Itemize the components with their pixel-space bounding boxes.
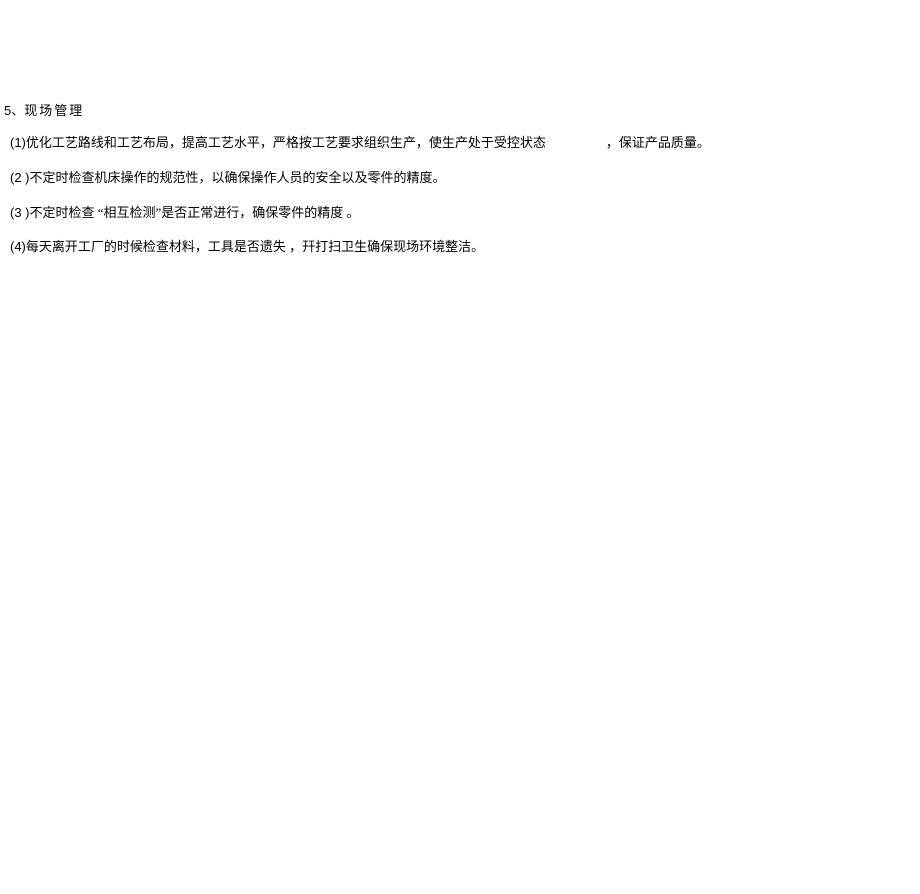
item-number: (4) — [10, 239, 26, 254]
item-text: 不定时检查 “相互检测”是否正常进行，确保零件的精度 。 — [30, 205, 360, 220]
item-text: 优化工艺路线和工艺布局，提高工艺水平，严格按工艺要求组织生产，使生产处于受控状态 — [26, 135, 546, 150]
item-number: (3 ) — [10, 205, 30, 220]
list-item: (2 )不定时检查机床操作的规范性，以确保操作人员的安全以及零件的精度。 — [0, 168, 920, 189]
item-text: 每天离开工厂的时候检查材料，工具是否遗失 ，幵打扫卫生确保现场环境整洁。 — [26, 239, 484, 254]
item-text-continuation: ，保证产品质量。 — [606, 135, 710, 150]
list-item: (4)每天离开工厂的时候检查材料，工具是否遗失 ，幵打扫卫生确保现场环境整洁。 — [0, 237, 920, 258]
heading-separator: 、 — [11, 103, 24, 118]
section-heading: 5、现场管理 — [0, 100, 920, 119]
item-number: (2 ) — [10, 170, 30, 185]
item-number: (1) — [10, 135, 26, 150]
heading-title: 现场管理 — [24, 103, 84, 118]
list-item: (1)优化工艺路线和工艺布局，提高工艺水平，严格按工艺要求组织生产，使生产处于受… — [0, 133, 920, 154]
item-text: 不定时检查机床操作的规范性，以确保操作人员的安全以及零件的精度。 — [30, 170, 446, 185]
list-item: (3 )不定时检查 “相互检测”是否正常进行，确保零件的精度 。 — [0, 203, 920, 224]
